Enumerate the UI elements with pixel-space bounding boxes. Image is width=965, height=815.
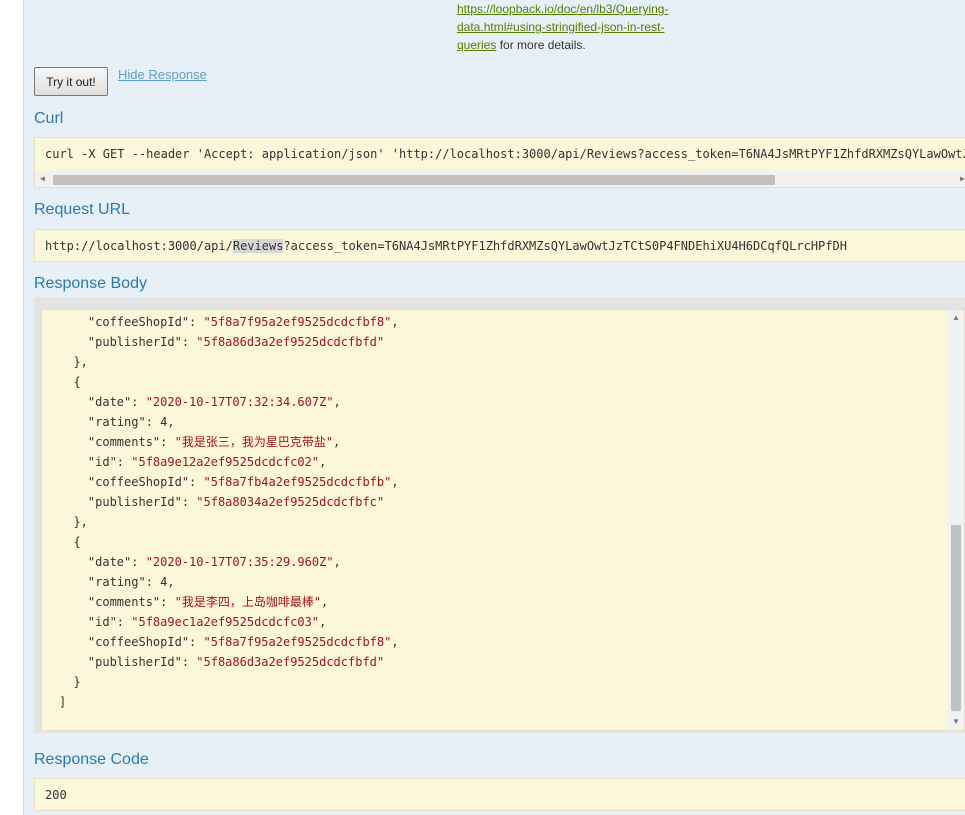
curl-title: Curl — [34, 110, 64, 127]
json-line: } — [59, 675, 81, 689]
response-vertical-scrollbar[interactable]: ▲ ▼ — [948, 310, 964, 730]
try-it-out-button[interactable]: Try it out! — [34, 67, 108, 96]
json-line: "coffeeShopId": "5f8a7f95a2ef9525dcdcfbf… — [59, 315, 399, 329]
json-line: "id": "5f8a9ec1a2ef9525dcdcfc03", — [59, 615, 327, 629]
json-line: "comments": "我是李四，上岛咖啡最棒", — [59, 595, 329, 609]
response-json: "coffeeShopId": "5f8a7f95a2ef9525dcdcfbf… — [59, 312, 399, 712]
json-line: "publisherId": "5f8a86d3a2ef9525dcdcfbfd… — [59, 335, 385, 349]
scroll-down-icon[interactable]: ▼ — [952, 717, 960, 727]
request-url-title: Request URL — [34, 201, 131, 218]
json-line: "coffeeShopId": "5f8a7fb4a2ef9525dcdcfbf… — [59, 475, 399, 489]
response-body-box[interactable]: "coffeeShopId": "5f8a7f95a2ef9525dcdcfbf… — [41, 309, 965, 731]
response-code-title: Response Code — [34, 751, 149, 768]
response-code-box[interactable]: 200 — [34, 778, 965, 811]
curl-command-box[interactable]: curl -X GET --header 'Accept: applicatio… — [34, 137, 965, 188]
json-line: "coffeeShopId": "5f8a7f95a2ef9525dcdcfbf… — [59, 635, 399, 649]
highlighted-model-name: Reviews — [232, 239, 284, 253]
json-line: "comments": "我是张三，我为星巴克带盐", — [59, 435, 341, 449]
hide-response-link[interactable]: Hide Response — [118, 67, 207, 82]
json-line: }, — [59, 355, 88, 369]
json-line: "publisherId": "5f8a86d3a2ef9525dcdcfbfd… — [59, 655, 385, 669]
scroll-up-icon[interactable]: ▲ — [952, 313, 960, 323]
json-line: "id": "5f8a9e12a2ef9525dcdcfc02", — [59, 455, 327, 469]
response-body-title: Response Body — [34, 275, 147, 292]
scrollbar-thumb[interactable] — [53, 175, 775, 185]
scroll-left-icon[interactable]: ◀ — [40, 174, 45, 184]
scroll-right-icon[interactable]: ▶ — [960, 174, 965, 184]
json-line: }, — [59, 515, 88, 529]
response-code-value: 200 — [45, 788, 67, 802]
json-line: "rating": 4, — [59, 575, 175, 589]
json-line: { — [59, 375, 81, 389]
query-doc-note: https://loopback.io/doc/en/lb3/Querying-… — [457, 0, 697, 54]
json-line: "date": "2020-10-17T07:35:29.960Z", — [59, 555, 341, 569]
request-url-text: http://localhost:3000/api/Reviews?access… — [45, 239, 847, 253]
json-line: "date": "2020-10-17T07:32:34.607Z", — [59, 395, 341, 409]
doc-note-suffix: for more details. — [496, 38, 586, 52]
json-line: "publisherId": "5f8a8034a2ef9525dcdcfbfc… — [59, 495, 385, 509]
scrollbar-thumb[interactable] — [951, 525, 961, 711]
response-body-container: "coffeeShopId": "5f8a7f95a2ef9525dcdcfbf… — [34, 297, 965, 733]
curl-horizontal-scrollbar[interactable]: ◀ ▶ — [35, 171, 965, 187]
request-url-box[interactable]: http://localhost:3000/api/Reviews?access… — [34, 229, 965, 262]
json-line: "rating": 4, — [59, 415, 175, 429]
curl-command-text: curl -X GET --header 'Accept: applicatio… — [45, 147, 965, 161]
json-line: ] — [59, 695, 67, 709]
json-line: { — [59, 535, 81, 549]
